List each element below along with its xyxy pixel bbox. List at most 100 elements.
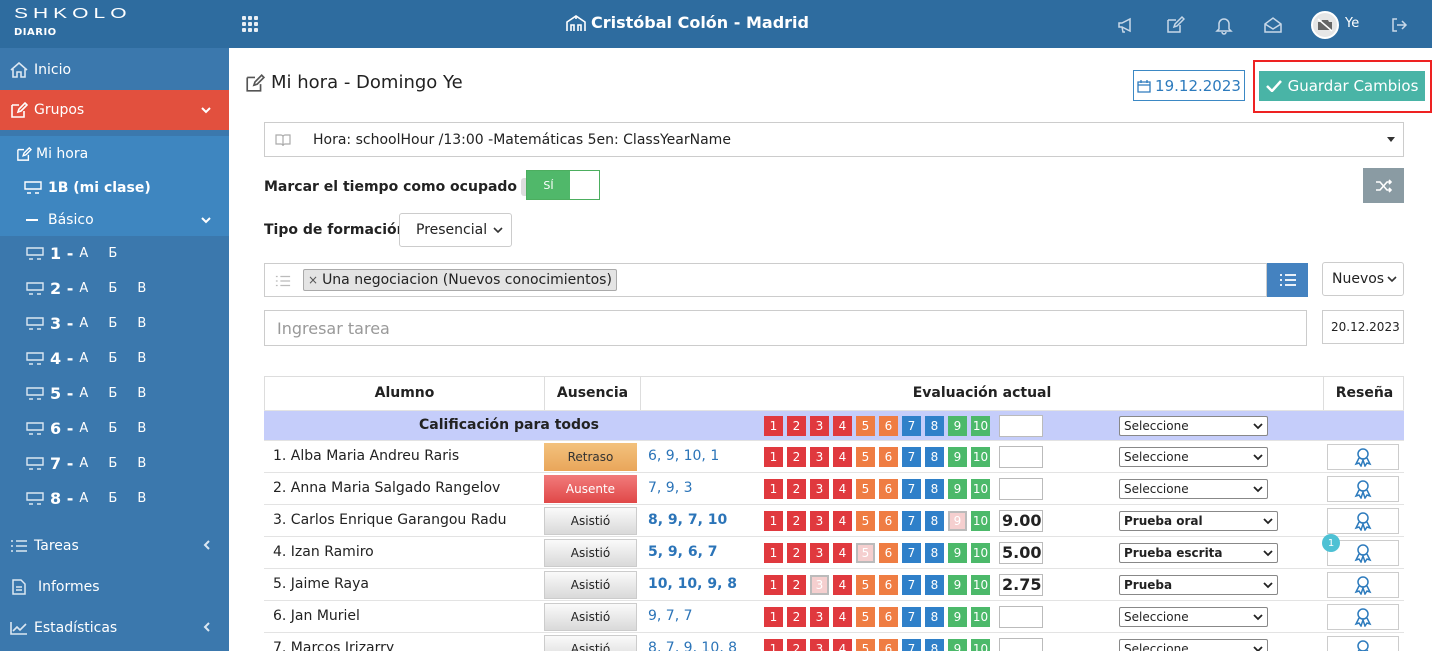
grade-button[interactable]: 8	[925, 575, 944, 595]
absence-button[interactable]: Asistió	[544, 571, 637, 599]
chip-remove-icon[interactable]: ×	[308, 273, 318, 287]
grade-button[interactable]: 7	[902, 607, 921, 627]
previous-marks[interactable]: 6, 9, 10, 1	[648, 448, 719, 464]
topic-type-select[interactable]: Nuevos	[1322, 262, 1404, 296]
grade-button[interactable]: 9	[948, 416, 967, 436]
task-input[interactable]: Ingresar tarea	[264, 310, 1307, 346]
grade-button[interactable]: 5	[856, 543, 875, 563]
previous-marks[interactable]: 5, 9, 6, 7	[648, 544, 718, 560]
absence-button[interactable]: Asistió	[544, 539, 637, 567]
absence-button[interactable]: Asistió	[544, 603, 637, 631]
grade-button[interactable]: 7	[902, 543, 921, 563]
logout-icon[interactable]	[1389, 15, 1409, 35]
grade-button[interactable]: 8	[925, 639, 944, 651]
megaphone-icon[interactable]	[1116, 15, 1136, 35]
grade-button[interactable]: 10	[971, 575, 990, 595]
grade-type-select[interactable]: Prueba oral	[1119, 511, 1278, 531]
grade-type-select[interactable]: Seleccione	[1119, 607, 1268, 627]
grade-button[interactable]: 10	[971, 479, 990, 499]
grade-button[interactable]: 5	[856, 575, 875, 595]
grade-button[interactable]: 3	[810, 479, 829, 499]
grade-button[interactable]: 10	[971, 607, 990, 627]
grade-type-select[interactable]: Seleccione	[1119, 639, 1268, 651]
grade-button[interactable]: 6	[879, 447, 898, 467]
grade-button[interactable]: 7	[902, 479, 921, 499]
grade-button[interactable]: 1	[764, 447, 783, 467]
review-button[interactable]	[1327, 508, 1399, 534]
grade-button[interactable]: 2	[787, 416, 806, 436]
grade-button[interactable]: 1	[764, 416, 783, 436]
absence-button[interactable]: Retraso	[544, 443, 637, 471]
edit-icon[interactable]	[1165, 15, 1185, 35]
grade-button[interactable]: 2	[787, 479, 806, 499]
grade-button[interactable]: 3	[810, 607, 829, 627]
grade-button[interactable]: 1	[764, 607, 783, 627]
grade-button[interactable]: 7	[902, 511, 921, 531]
grade-button[interactable]: 4	[833, 543, 852, 563]
grade-button[interactable]: 9	[948, 575, 967, 595]
sidebar-item-class[interactable]: 6 - А Б В	[0, 411, 229, 446]
task-date-input[interactable]: 20.12.2023	[1322, 310, 1404, 344]
grade-button[interactable]: 8	[925, 511, 944, 531]
grade-button[interactable]: 1	[764, 543, 783, 563]
grade-button[interactable]: 1	[764, 639, 783, 651]
sidebar-item-class[interactable]: 8 - А Б В	[0, 481, 229, 516]
grade-button[interactable]: 2	[787, 543, 806, 563]
grade-button[interactable]: 4	[833, 639, 852, 651]
review-button[interactable]	[1327, 636, 1399, 651]
review-button[interactable]	[1327, 572, 1399, 598]
grade-input[interactable]: 9.00	[999, 510, 1043, 532]
grade-button[interactable]: 9	[948, 511, 967, 531]
sidebar-item-basico[interactable]: Básico	[0, 204, 229, 236]
sidebar-item-inicio[interactable]: Inicio	[0, 54, 229, 86]
grade-input[interactable]: 5.00	[999, 542, 1043, 564]
absence-button[interactable]: Asistió	[544, 635, 637, 651]
previous-marks[interactable]: 7, 9, 3	[648, 480, 693, 496]
review-button[interactable]	[1327, 476, 1399, 502]
grade-button[interactable]: 6	[879, 479, 898, 499]
grade-button[interactable]: 2	[787, 575, 806, 595]
review-button[interactable]	[1327, 444, 1399, 470]
user-name[interactable]: Ye	[1345, 16, 1359, 31]
grade-button[interactable]: 1	[764, 575, 783, 595]
grade-button[interactable]: 8	[925, 607, 944, 627]
sidebar-item-class[interactable]: 2 - А Б В	[0, 271, 229, 306]
grade-button[interactable]: 9	[948, 543, 967, 563]
grade-button[interactable]: 7	[902, 575, 921, 595]
grade-button[interactable]: 8	[925, 416, 944, 436]
topic-input[interactable]: × Una negociacion (Nuevos conocimientos)	[264, 263, 1267, 297]
hour-select[interactable]: Hora: schoolHour /13:00 -Matemáticas 5en…	[264, 122, 1404, 157]
grade-input[interactable]: 2.75	[999, 574, 1043, 596]
grade-type-select[interactable]: Prueba	[1119, 575, 1278, 595]
grade-button[interactable]: 3	[810, 575, 829, 595]
grade-button[interactable]: 4	[833, 479, 852, 499]
busy-toggle[interactable]: SÍ	[526, 170, 600, 200]
grade-button[interactable]: 4	[833, 511, 852, 531]
grade-button[interactable]: 4	[833, 416, 852, 436]
grade-button[interactable]: 5	[856, 639, 875, 651]
grade-button[interactable]: 2	[787, 447, 806, 467]
bell-icon[interactable]	[1214, 15, 1234, 35]
brand-logo[interactable]: SHKOLO DIARIO	[14, 6, 132, 38]
grade-button[interactable]: 1	[764, 511, 783, 531]
apps-grid-icon[interactable]	[242, 16, 258, 32]
grade-button[interactable]: 4	[833, 447, 852, 467]
sidebar-item-tareas[interactable]: Tareas	[0, 530, 229, 562]
grade-button[interactable]: 7	[902, 416, 921, 436]
grade-button[interactable]: 6	[879, 416, 898, 436]
grade-button[interactable]: 5	[856, 447, 875, 467]
grade-button[interactable]: 3	[810, 447, 829, 467]
grade-button[interactable]: 6	[879, 511, 898, 531]
grade-button[interactable]: 10	[971, 511, 990, 531]
grade-input[interactable]	[999, 638, 1043, 651]
envelope-icon[interactable]	[1263, 15, 1283, 35]
sidebar-item-class[interactable]: 7 - А Б В	[0, 446, 229, 481]
grade-button[interactable]: 9	[948, 447, 967, 467]
sidebar-item-informes[interactable]: Informes	[0, 571, 229, 603]
absence-button[interactable]: Ausente	[544, 475, 637, 503]
grade-button[interactable]: 2	[787, 511, 806, 531]
absence-button[interactable]: Asistió	[544, 507, 637, 535]
review-button[interactable]	[1327, 604, 1399, 630]
all-grade-input[interactable]	[999, 415, 1043, 437]
grade-button[interactable]: 6	[879, 639, 898, 651]
